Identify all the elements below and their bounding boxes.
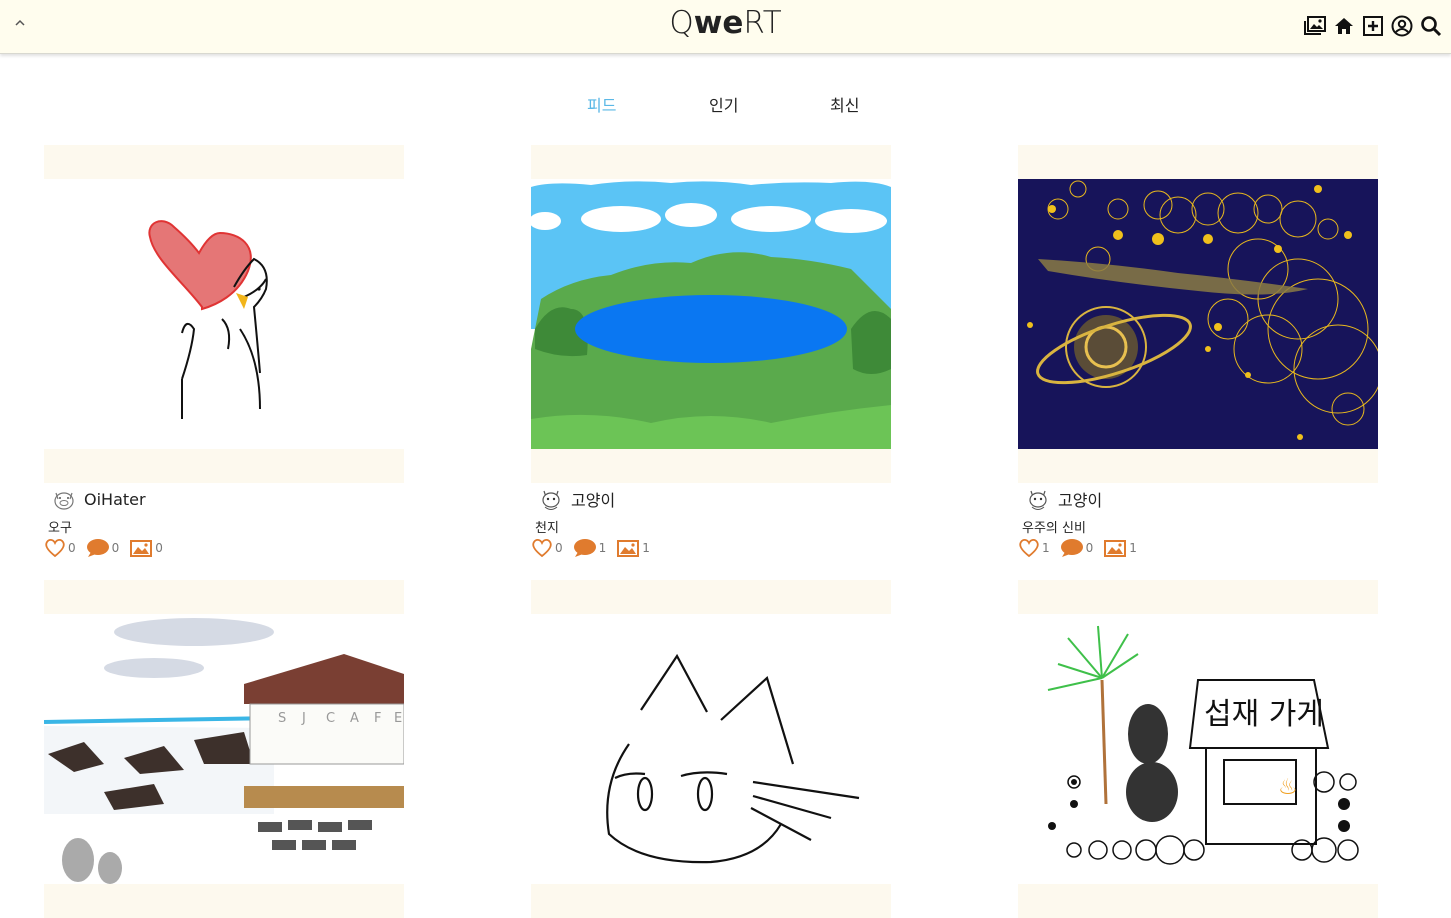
post-author[interactable]: OiHater xyxy=(50,485,146,513)
header-nav xyxy=(1303,13,1443,39)
comment-count: 0 xyxy=(1085,541,1094,555)
card-top-band xyxy=(44,580,404,614)
repost-stat[interactable]: 0 xyxy=(129,538,163,558)
like-count: 1 xyxy=(1042,541,1050,555)
post-title: 우주의 신비 xyxy=(1022,521,1086,536)
svg-text:C: C xyxy=(326,711,335,726)
home-icon[interactable] xyxy=(1332,14,1356,38)
heart-icon xyxy=(45,538,65,558)
like-count: 0 xyxy=(68,541,76,555)
card-bottom-band xyxy=(1018,449,1378,483)
svg-text:S: S xyxy=(278,711,286,726)
add-icon[interactable] xyxy=(1361,14,1385,38)
card-bottom-band xyxy=(44,884,404,918)
comment-stat[interactable]: 1 xyxy=(573,538,607,558)
author-name[interactable]: OiHater xyxy=(84,490,146,509)
pig-avatar xyxy=(54,492,74,510)
like-stat[interactable]: 0 xyxy=(531,538,563,558)
post-stats: 0 0 0 xyxy=(44,537,173,559)
svg-text:E: E xyxy=(394,711,402,726)
svg-text:F: F xyxy=(374,711,381,726)
card-bottom-band xyxy=(531,884,891,918)
card-top-band xyxy=(1018,580,1378,614)
author-name[interactable]: 고양이 xyxy=(1058,487,1102,511)
feed-tabs: 피드 인기 최신 xyxy=(0,92,1451,120)
post-author[interactable]: 고양이 xyxy=(1024,485,1102,513)
image-icon xyxy=(1104,540,1127,557)
card-bottom-band xyxy=(44,449,404,483)
card-top-band xyxy=(1018,145,1378,179)
post-title: 오구 xyxy=(48,521,72,536)
comment-count: 1 xyxy=(598,541,607,555)
image-icon xyxy=(617,540,640,557)
card-top-band xyxy=(44,145,404,179)
top-header: QweRT xyxy=(0,0,1451,54)
card-top-band xyxy=(531,580,891,614)
heart-icon xyxy=(532,538,552,558)
cat-avatar xyxy=(542,490,560,510)
heart-icon xyxy=(1019,538,1039,558)
profile-icon[interactable] xyxy=(1390,14,1414,38)
image-icon xyxy=(130,540,153,557)
gallery-icon[interactable] xyxy=(1303,14,1327,38)
logo-part-rt: RT xyxy=(743,5,782,41)
app-logo[interactable]: QweRT xyxy=(0,5,1451,41)
repost-count: 1 xyxy=(1129,541,1137,555)
comment-stat[interactable]: 0 xyxy=(1060,538,1094,558)
post-image[interactable] xyxy=(531,614,891,884)
like-stat[interactable]: 0 xyxy=(44,538,76,558)
post-stats: 0 1 1 xyxy=(531,537,660,559)
card-bottom-band xyxy=(1018,884,1378,918)
post-image[interactable]: 섭재 가게 ♨ xyxy=(1018,614,1378,884)
logo-part-q: Q xyxy=(669,5,694,41)
post-image[interactable]: SJ C AFE xyxy=(44,614,404,884)
svg-text:A: A xyxy=(350,711,359,726)
comment-count: 0 xyxy=(111,541,120,555)
comment-icon xyxy=(1060,539,1083,557)
post-image[interactable] xyxy=(531,179,891,449)
tab-popular[interactable]: 인기 xyxy=(709,92,738,116)
post-image[interactable] xyxy=(44,179,404,449)
author-name[interactable]: 고양이 xyxy=(571,487,615,511)
tab-latest[interactable]: 최신 xyxy=(830,92,859,116)
svg-text:섭재 가게: 섭재 가게 xyxy=(1204,697,1324,732)
like-count: 0 xyxy=(555,541,563,555)
comment-stat[interactable]: 0 xyxy=(86,538,120,558)
search-icon[interactable] xyxy=(1419,14,1443,38)
logo-part-we: we xyxy=(693,5,744,41)
comment-icon xyxy=(86,539,109,557)
post-image[interactable] xyxy=(1018,179,1378,449)
comment-icon xyxy=(573,539,596,557)
post-stats: 1 0 1 xyxy=(1018,537,1147,559)
tab-feed[interactable]: 피드 xyxy=(587,92,616,116)
card-top-band xyxy=(531,145,891,179)
svg-text:♨: ♨ xyxy=(1278,775,1298,800)
post-author[interactable]: 고양이 xyxy=(537,485,615,513)
svg-text:J: J xyxy=(301,711,306,726)
card-bottom-band xyxy=(531,449,891,483)
repost-count: 1 xyxy=(642,541,650,555)
cat-avatar xyxy=(1029,490,1047,510)
post-title: 천지 xyxy=(535,521,559,536)
repost-stat[interactable]: 1 xyxy=(616,538,650,558)
repost-stat[interactable]: 1 xyxy=(1103,538,1137,558)
like-stat[interactable]: 1 xyxy=(1018,538,1050,558)
repost-count: 0 xyxy=(155,541,163,555)
